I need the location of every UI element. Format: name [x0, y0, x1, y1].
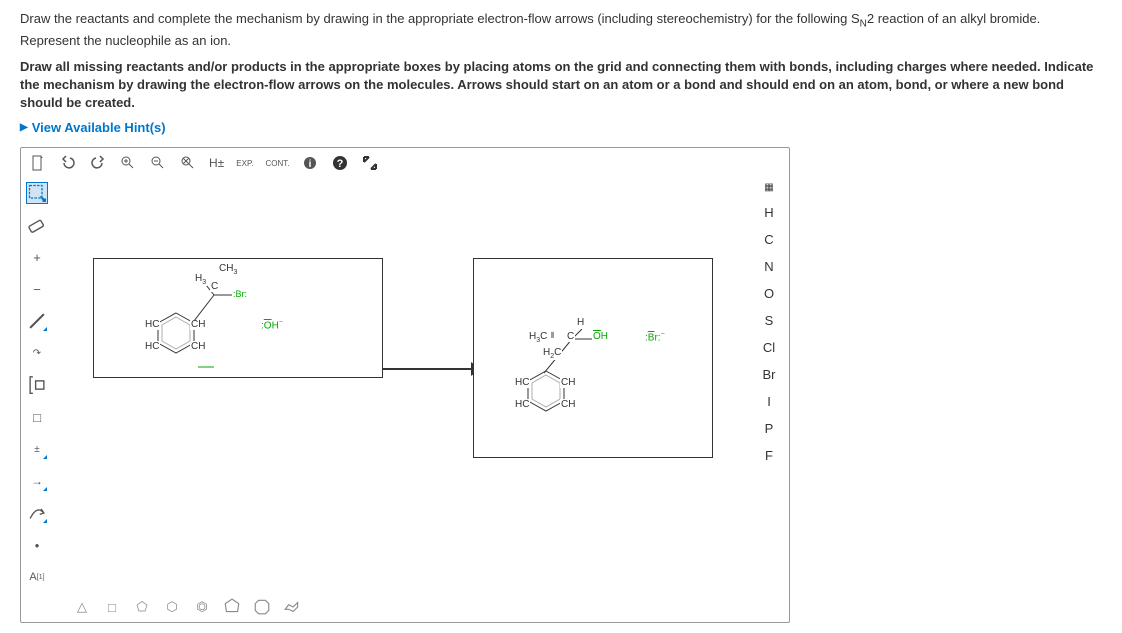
rxn-arrow-tool[interactable]: →	[26, 470, 48, 492]
question-sub: N	[860, 19, 867, 30]
svg-text:i: i	[309, 159, 312, 170]
element-P[interactable]: P	[757, 421, 781, 436]
atom-h: H	[576, 317, 585, 328]
element-S[interactable]: S	[757, 313, 781, 328]
shape-toolbar: △ □ ⬠ ⬡ ⏣	[21, 592, 789, 622]
atom-ch: CH	[190, 341, 206, 352]
octagon-ring[interactable]	[253, 598, 271, 616]
reaction-arrow	[383, 368, 473, 370]
single-bond-tool[interactable]	[26, 310, 48, 332]
periodic-table-button[interactable]: ▦	[757, 182, 781, 193]
nucleophile-oh: :OH−	[260, 319, 284, 331]
pentagon-ring[interactable]: ⬠	[133, 598, 151, 616]
element-I[interactable]: I	[757, 394, 781, 409]
triangle-ring[interactable]: △	[73, 598, 91, 616]
zoom-fit-button[interactable]	[179, 154, 197, 172]
benzene-ring[interactable]: ⏣	[193, 598, 211, 616]
atom-label-tool[interactable]: A[1]	[26, 566, 48, 588]
redo-button[interactable]	[89, 154, 107, 172]
minus-charge-tool[interactable]: −	[26, 278, 48, 300]
element-C[interactable]: C	[757, 232, 781, 247]
new-doc-button[interactable]	[29, 154, 47, 172]
element-Cl[interactable]: Cl	[757, 340, 781, 355]
question-line2: Draw all missing reactants and/or produc…	[20, 59, 1093, 110]
atom-h2c: H2C	[542, 347, 562, 360]
svg-text:?: ?	[337, 158, 344, 170]
atom-hc: HC	[514, 399, 530, 410]
atom-hc: HC	[144, 341, 160, 352]
product-box[interactable]: HC HC CH CH H H3C ⫴ C H2C OH :Br:−	[473, 258, 713, 458]
element-F[interactable]: F	[757, 448, 781, 463]
atom-hc: HC	[514, 377, 530, 388]
cont-button[interactable]: CONT.	[265, 154, 289, 172]
exp-button[interactable]: EXP.	[236, 154, 253, 172]
hplus-button[interactable]: H±	[209, 154, 224, 172]
chair-ring[interactable]	[283, 598, 301, 616]
bracket-tool[interactable]	[26, 374, 48, 396]
wedge: ⫴	[550, 331, 555, 341]
atom-h3: H3	[194, 273, 207, 286]
plus-charge-tool[interactable]: +	[26, 246, 48, 268]
rect-tool[interactable]: □	[26, 406, 48, 428]
drawing-editor: H± EXP. CONT. i ? + − ↷ □ ± → • A[1]	[20, 147, 790, 623]
top-toolbar: H± EXP. CONT. i ?	[21, 148, 789, 178]
question-line1a: Draw the reactants and complete the mech…	[20, 11, 860, 26]
lone-pair-tool[interactable]: •	[26, 534, 48, 556]
erase-tool[interactable]	[26, 214, 48, 236]
atom-hc: HC	[144, 319, 160, 330]
hints-label: View Available Hint(s)	[32, 120, 166, 135]
left-toolbar: + − ↷ □ ± → • A[1]	[21, 178, 53, 592]
hexagon-ring[interactable]: ⬡	[163, 598, 181, 616]
atom-c: C	[210, 281, 219, 292]
info-button[interactable]: i	[301, 154, 319, 172]
element-Br[interactable]: Br	[757, 367, 781, 382]
undo-button[interactable]	[59, 154, 77, 172]
element-O[interactable]: O	[757, 286, 781, 301]
leaving-br: :Br:−	[644, 331, 666, 343]
atom-ch3: CH3	[218, 263, 238, 276]
atom-c: C	[566, 331, 575, 342]
drawing-canvas[interactable]: HC HC CH CH H3 C CH3 :Br: :OH− HC HC	[53, 178, 749, 588]
marquee-tool[interactable]	[26, 182, 48, 204]
product-oh: OH	[592, 331, 609, 342]
atom-ch: CH	[560, 399, 576, 410]
help-button[interactable]: ?	[331, 154, 349, 172]
element-toolbar: ▦ H C N O S Cl Br I P F	[749, 178, 789, 592]
atom-h3c: H3C	[528, 331, 548, 344]
heptagon-ring[interactable]	[223, 598, 241, 616]
view-hints-link[interactable]: View Available Hint(s)	[20, 120, 1102, 135]
reactant-box[interactable]: HC HC CH CH H3 C CH3 :Br: :OH−	[93, 258, 383, 378]
arrow-tool[interactable]: ↷	[26, 342, 48, 364]
zoom-in-button[interactable]	[119, 154, 137, 172]
curve-arrow-tool[interactable]	[26, 502, 48, 524]
chargepm-tool[interactable]: ±	[26, 438, 48, 460]
element-H[interactable]: H	[757, 205, 781, 220]
zoom-out-button[interactable]	[149, 154, 167, 172]
element-N[interactable]: N	[757, 259, 781, 274]
atom-br: :Br:	[232, 289, 248, 299]
square-ring[interactable]: □	[103, 598, 121, 616]
expand-button[interactable]	[361, 154, 379, 172]
